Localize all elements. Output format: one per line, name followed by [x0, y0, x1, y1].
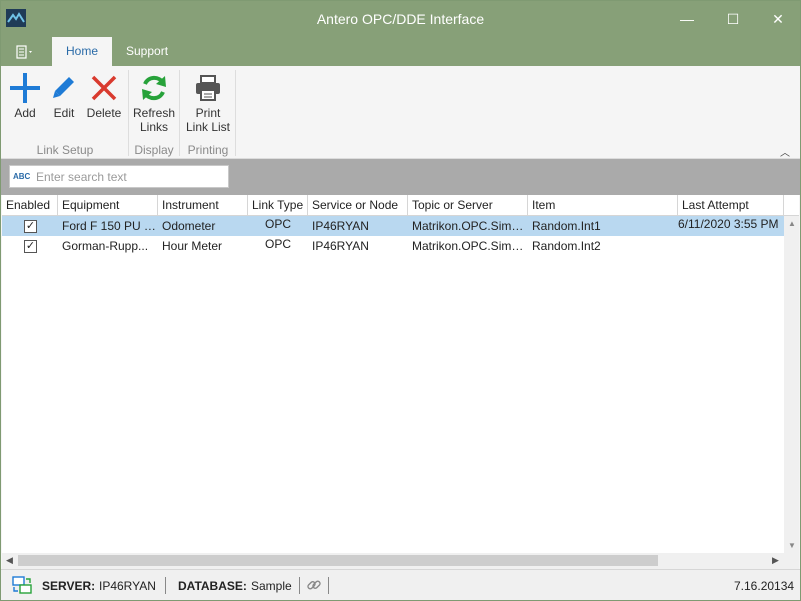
maximize-button[interactable]: ☐: [710, 1, 756, 37]
version-label: 7.16.20134: [734, 579, 795, 593]
scrollbar-corner: [784, 553, 799, 569]
add-label: Add: [14, 106, 36, 120]
ribbon-panel: Add Edit Delete Link Setup Refresh Links…: [1, 66, 800, 159]
column-header-item[interactable]: Item: [528, 195, 678, 216]
edit-button[interactable]: Edit: [47, 70, 81, 130]
table-row[interactable]: ✓ Gorman-Rupp... Hour Meter OPC IP46RYAN…: [2, 236, 784, 256]
ribbon-separator: [179, 70, 180, 156]
search-box[interactable]: ABC: [9, 165, 229, 188]
print-label-line1: Print: [195, 106, 221, 120]
delete-x-icon: [91, 75, 117, 101]
cell-item: Random.Int1: [532, 219, 601, 233]
table-row[interactable]: ✓ Ford F 150 PU T... Odometer OPC IP46RY…: [2, 216, 784, 236]
delete-button[interactable]: Delete: [83, 70, 125, 130]
status-bar: SERVER: IP46RYAN DATABASE: Sample 7.16.2…: [1, 569, 800, 600]
column-header-service-or-node[interactable]: Service or Node: [308, 195, 408, 216]
collapse-ribbon-button[interactable]: ︿: [780, 144, 790, 159]
column-header-last-attempt[interactable]: Last Attempt: [678, 195, 784, 216]
edit-label: Edit: [53, 106, 75, 120]
close-icon: ✕: [772, 10, 784, 27]
status-separator: [165, 577, 166, 594]
database-value: Sample: [251, 579, 292, 593]
column-header-enabled[interactable]: Enabled: [2, 195, 58, 216]
group-label-printing: Printing: [187, 143, 229, 157]
link-icon[interactable]: [306, 577, 322, 593]
refresh-label-line1: Refresh: [132, 106, 176, 120]
column-header-equipment[interactable]: Equipment: [58, 195, 158, 216]
print-label-line2: Link List: [185, 120, 231, 134]
column-header-link-type[interactable]: Link Type: [248, 195, 308, 216]
column-header-topic-or-server[interactable]: Topic or Server: [408, 195, 528, 216]
ribbon-tab-bar: Home Support: [1, 37, 800, 66]
enabled-checkbox[interactable]: ✓: [24, 240, 37, 253]
scroll-right-arrow-icon[interactable]: ▶: [772, 555, 779, 566]
delete-label: Delete: [86, 106, 122, 120]
scroll-left-arrow-icon[interactable]: ◀: [6, 555, 13, 566]
horizontal-scroll-thumb[interactable]: [18, 555, 658, 566]
database-label: DATABASE:: [178, 579, 247, 593]
main-window: Antero OPC/DDE Interface — ☐ ✕ Home Supp…: [0, 0, 801, 601]
maximize-icon: ☐: [726, 10, 740, 27]
cell-equipment: Ford F 150 PU T...: [62, 219, 158, 233]
search-panel: ABC: [1, 159, 800, 195]
spell-abc-icon: ABC: [13, 172, 31, 181]
chevron-up-icon: ︿: [780, 148, 790, 159]
scroll-down-arrow-icon[interactable]: ▼: [788, 541, 796, 550]
refresh-label-line2: Links: [139, 120, 168, 134]
tab-support[interactable]: Support: [112, 37, 182, 66]
plus-icon: [10, 73, 40, 103]
scroll-up-arrow-icon[interactable]: ▲: [788, 219, 796, 228]
server-label: SERVER:: [42, 579, 96, 593]
cell-topic-or-server: Matrikon.OPC.Simu...: [412, 239, 528, 253]
cell-link-type: OPC: [264, 217, 291, 231]
cell-last-attempt: 6/11/2020 3:55 PM: [678, 217, 779, 231]
cell-link-type: OPC: [264, 237, 291, 251]
status-separator: [299, 577, 300, 594]
minimize-icon: —: [680, 11, 694, 27]
vertical-scrollbar[interactable]: ▲ ▼: [784, 216, 799, 553]
minimize-button[interactable]: —: [664, 1, 710, 37]
cell-service-or-node: IP46RYAN: [312, 219, 369, 233]
cell-equipment: Gorman-Rupp...: [62, 239, 149, 253]
cell-topic-or-server: Matrikon.OPC.Simu...: [412, 219, 528, 233]
refresh-links-button[interactable]: Refresh Links: [131, 70, 177, 134]
cell-last-attempt: [674, 236, 784, 256]
search-input[interactable]: [36, 169, 226, 184]
tab-home[interactable]: Home: [52, 37, 113, 66]
grid-header: Enabled Equipment Instrument Link Type S…: [2, 195, 799, 216]
server-value: IP46RYAN: [99, 579, 156, 593]
cell-service-or-node: IP46RYAN: [312, 239, 369, 253]
file-menu-button[interactable]: [9, 41, 39, 63]
enabled-checkbox[interactable]: ✓: [24, 220, 37, 233]
title-bar: Antero OPC/DDE Interface — ☐ ✕: [1, 1, 800, 37]
add-button[interactable]: Add: [5, 70, 45, 130]
group-label-display: Display: [134, 143, 174, 157]
print-link-list-button[interactable]: Print Link List: [183, 70, 233, 134]
links-grid: Enabled Equipment Instrument Link Type S…: [2, 195, 799, 569]
refresh-icon: [142, 75, 166, 101]
cell-instrument: Odometer: [162, 219, 216, 233]
status-separator: [328, 577, 329, 594]
cell-item: Random.Int2: [532, 239, 601, 253]
pencil-icon: [53, 77, 74, 98]
server-connection-icon: [12, 576, 32, 594]
group-label-link-setup: Link Setup: [36, 143, 94, 157]
cell-instrument: Hour Meter: [162, 239, 223, 253]
column-header-instrument[interactable]: Instrument: [158, 195, 248, 216]
file-menu-icon: [16, 45, 32, 59]
horizontal-scrollbar[interactable]: ◀ ▶: [2, 553, 784, 569]
ribbon-separator: [128, 70, 129, 156]
close-button[interactable]: ✕: [755, 1, 801, 37]
ribbon-separator: [235, 70, 236, 156]
printer-icon: [196, 75, 220, 101]
